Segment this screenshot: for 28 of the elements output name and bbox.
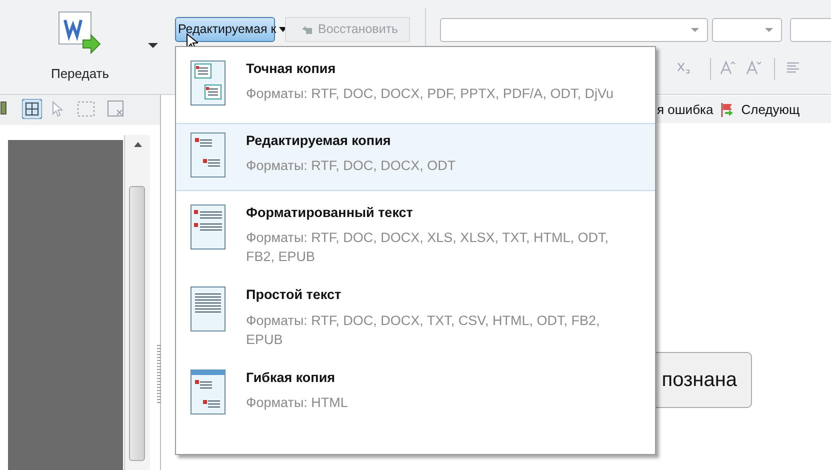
menu-item[interactable]: Форматированный текст Форматы: RTF, DOC, DOCX, XLS, XLSX, TXT, HTML, ODT, FB2, EPUB bbox=[176, 195, 655, 274]
select-area-icon[interactable] bbox=[76, 99, 96, 119]
send-button[interactable]: Передать bbox=[38, 4, 122, 92]
previous-error-link[interactable]: я ошибка bbox=[657, 100, 714, 120]
increase-font-icon[interactable] bbox=[720, 60, 736, 76]
delete-area-icon[interactable] bbox=[106, 99, 126, 119]
table-area-icon[interactable] bbox=[22, 99, 42, 119]
next-error-link[interactable]: Следующ bbox=[741, 100, 800, 120]
caret-icon bbox=[691, 28, 699, 32]
document-icon bbox=[190, 204, 226, 250]
size-combo[interactable] bbox=[712, 18, 782, 42]
menu-item[interactable]: Редактируемая копия Форматы: RTF, DOC, DOCX, ODT bbox=[176, 123, 655, 191]
subscript-icon[interactable] bbox=[676, 60, 692, 76]
caret-icon bbox=[765, 28, 773, 32]
text-lines-icon bbox=[190, 286, 226, 332]
menu-item[interactable]: Точная копия Форматы: RTF, DOC, DOCX, PDF, PPTX, PDF/A, ODT, DjVu bbox=[176, 51, 655, 119]
window-document-icon bbox=[190, 368, 226, 414]
document-icon bbox=[190, 132, 226, 178]
splitter-handle[interactable] bbox=[157, 345, 161, 405]
caret-icon[interactable] bbox=[148, 43, 158, 48]
flag-arrow-icon[interactable] bbox=[719, 102, 736, 118]
decrease-font-icon[interactable] bbox=[746, 60, 762, 76]
two-documents-icon bbox=[190, 60, 226, 106]
restore-icon bbox=[301, 24, 313, 34]
font-combo[interactable] bbox=[440, 18, 708, 42]
scroll-thumb[interactable] bbox=[129, 186, 145, 461]
scroll-up-icon[interactable] bbox=[134, 142, 142, 147]
word-document-icon bbox=[57, 10, 103, 54]
